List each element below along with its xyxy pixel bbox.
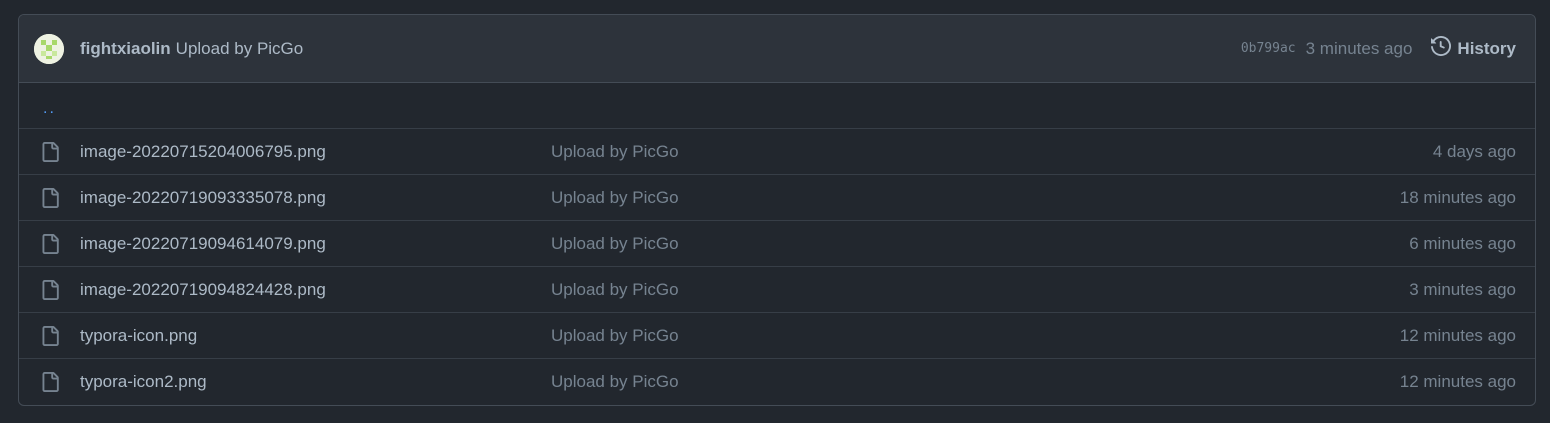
file-commit-age: 12 minutes ago	[1399, 372, 1516, 391]
file-browser: fightxiaolin Upload by PicGo 0b799ac 3 m…	[18, 14, 1536, 406]
commit-author[interactable]: fightxiaolin	[80, 39, 171, 59]
file-row[interactable]: image-20220719094824428.png Upload by Pic…	[19, 267, 1535, 313]
author-avatar[interactable]	[34, 33, 64, 64]
file-commit-age: 4 days ago	[1432, 141, 1516, 161]
file-row[interactable]: image-20220719094614079.png Upload by Pic…	[19, 221, 1535, 267]
latest-commit-bar: fightxiaolin Upload by PicGo 0b799ac 3 m…	[19, 15, 1535, 83]
history-icon	[1431, 35, 1452, 61]
file-commit-age: 3 minutes ago	[1409, 279, 1516, 299]
file-name-link[interactable]: image-20220715204006795.png	[80, 142, 326, 162]
file-icon	[40, 142, 60, 162]
file-commit-age: 6 minutes ago	[1409, 233, 1516, 253]
file-commit-message[interactable]: Upload by PicGo	[551, 326, 679, 346]
file-commit-message[interactable]: Upload by PicGo	[551, 280, 679, 300]
commit-time: 3 minutes ago	[1305, 38, 1413, 58]
file-row[interactable]: image-20220715204006795.png Upload by Pic…	[19, 129, 1535, 175]
file-name-link[interactable]: image-20220719094614079.png	[80, 234, 326, 254]
history-button[interactable]: History	[1431, 35, 1516, 61]
parent-directory-row[interactable]: ..	[19, 83, 1535, 129]
file-row[interactable]: image-20220719093335078.png Upload by Pic…	[19, 175, 1535, 221]
file-name-link[interactable]: typora-icon.png	[80, 326, 197, 346]
file-commit-age: 18 minutes ago	[1399, 187, 1516, 207]
file-row[interactable]: typora-icon.png Upload by PicGo 12 minutes…	[19, 313, 1535, 359]
file-name-link[interactable]: image-20220719094824428.png	[80, 280, 326, 300]
file-commit-message[interactable]: Upload by PicGo	[551, 372, 679, 392]
commit-message[interactable]: Upload by PicGo	[176, 39, 304, 59]
file-icon	[40, 326, 60, 346]
file-row[interactable]: typora-icon2.png Upload by PicGo 12 minute…	[19, 359, 1535, 405]
parent-directory-link[interactable]: ..	[43, 100, 56, 118]
file-icon	[40, 234, 60, 254]
file-icon	[40, 372, 60, 392]
file-commit-message[interactable]: Upload by PicGo	[551, 188, 679, 208]
file-commit-message[interactable]: Upload by PicGo	[551, 142, 679, 162]
file-icon	[40, 188, 60, 208]
file-name-link[interactable]: image-20220719093335078.png	[80, 188, 326, 208]
history-label: History	[1457, 38, 1516, 58]
file-commit-age: 12 minutes ago	[1399, 325, 1516, 345]
commit-sha[interactable]: 0b799ac	[1241, 41, 1296, 56]
file-commit-message[interactable]: Upload by PicGo	[551, 234, 679, 254]
file-name-link[interactable]: typora-icon2.png	[80, 372, 207, 392]
file-icon	[40, 280, 60, 300]
